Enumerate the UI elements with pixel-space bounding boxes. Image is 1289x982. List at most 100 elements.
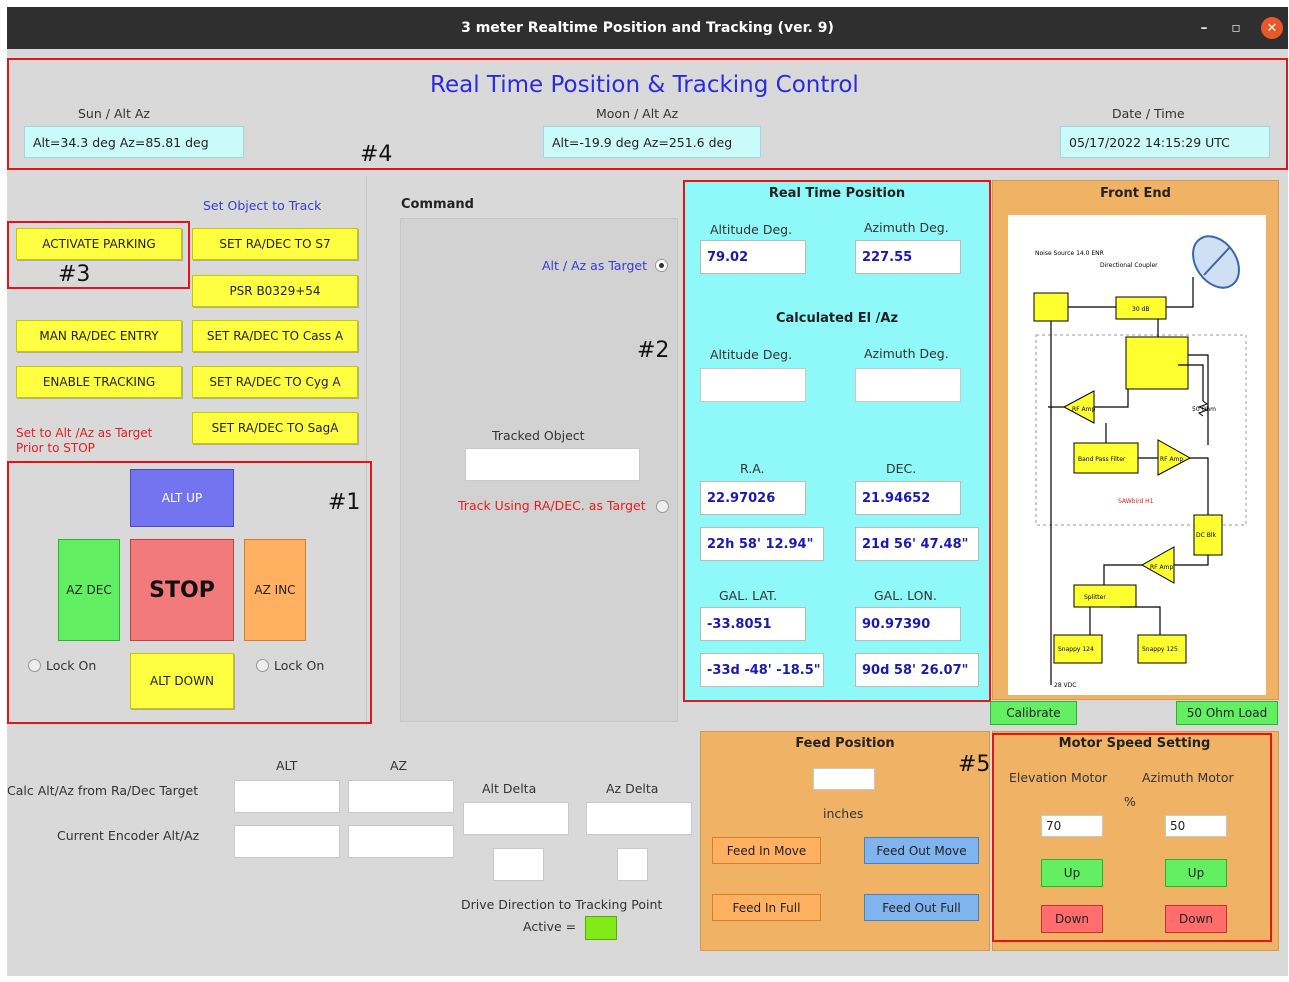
azimuth-down-button[interactable]: Down — [1165, 905, 1227, 933]
az-drive-direction-field — [617, 848, 648, 881]
calc-az-label: Azimuth Deg. — [864, 346, 949, 361]
elevation-up-button[interactable]: Up — [1041, 859, 1103, 887]
azimuth-up-button[interactable]: Up — [1165, 859, 1227, 887]
elevation-speed-input[interactable]: 70 — [1041, 815, 1103, 837]
amp2-text: RF Amp — [1160, 456, 1183, 463]
set-s7-button[interactable]: SET RA/DEC TO S7 — [192, 228, 358, 260]
alt-deg-label: Altitude Deg. — [710, 222, 793, 237]
window-title: 3 meter Realtime Position and Tracking (… — [461, 20, 834, 36]
window-titlebar: 3 meter Realtime Position and Tracking (… — [7, 7, 1288, 49]
az-column-header: AZ — [390, 758, 408, 773]
set-cyga-button[interactable]: SET RA/DEC TO Cyg A — [192, 366, 358, 398]
set-object-label: Set Object to Track — [203, 198, 322, 213]
moon-altaz-field: Alt=-19.9 deg Az=251.6 deg — [543, 126, 761, 158]
elevation-motor-label: Elevation Motor — [1009, 770, 1108, 785]
set-cassa-button[interactable]: SET RA/DEC TO Cass A — [192, 320, 358, 352]
annotation-3: #3 — [58, 262, 91, 287]
alt-up-button[interactable]: ALT UP — [130, 469, 234, 527]
sun-label: Sun / Alt Az — [78, 106, 150, 121]
tracked-object-field[interactable] — [465, 448, 640, 481]
alt-column-header: ALT — [276, 758, 298, 773]
sawbird-text: SAWbird H1 — [1118, 498, 1154, 505]
feed-out-full-button[interactable]: Feed Out Full — [864, 894, 979, 921]
feed-out-move-button[interactable]: Feed Out Move — [864, 837, 979, 864]
az-inc-button[interactable]: AZ INC — [244, 539, 306, 641]
motor-speed-title: Motor Speed Setting — [1058, 736, 1211, 751]
bpf-text: Band Pass Filter — [1078, 456, 1126, 463]
az-delta-label: Az Delta — [606, 781, 659, 796]
dec-dms-field: 21d 56' 47.48" — [855, 527, 979, 561]
annotation-1: #1 — [328, 490, 361, 515]
feed-in-move-button[interactable]: Feed In Move — [712, 837, 821, 864]
annotation-2: #2 — [637, 338, 670, 363]
50-ohm-load-button[interactable]: 50 Ohm Load — [1176, 701, 1278, 725]
noise-source-text: Noise Source 14.0 ENR — [1035, 250, 1104, 257]
stop-button[interactable]: STOP — [130, 539, 234, 641]
psr-button[interactable]: PSR B0329+54 — [192, 275, 358, 307]
elevation-down-button[interactable]: Down — [1041, 905, 1103, 933]
set-saga-button[interactable]: SET RA/DEC TO SagA — [192, 412, 358, 444]
sun-altaz-field: Alt=34.3 deg Az=85.81 deg — [24, 126, 244, 158]
az-dec-button[interactable]: AZ DEC — [58, 539, 120, 641]
calibrate-button[interactable]: Calibrate — [990, 701, 1077, 725]
ra-decimal-field: 22.97026 — [700, 481, 806, 515]
encoder-row-label: Current Encoder Alt/Az — [57, 828, 200, 843]
minimize-icon[interactable]: – — [1193, 17, 1215, 39]
front-end-title: Front End — [1100, 186, 1171, 201]
maximize-icon[interactable]: ▫ — [1225, 17, 1247, 39]
bias-text: DC Blk — [1196, 532, 1217, 539]
calc-az-field — [855, 368, 961, 402]
calc-alt-label: Altitude Deg. — [710, 347, 793, 362]
alt-delta-label: Alt Delta — [482, 781, 537, 796]
front-end-diagram: Noise Source 14.0 ENR Directional Couple… — [1008, 215, 1266, 695]
enable-tracking-button[interactable]: ENABLE TRACKING — [16, 366, 182, 398]
altaz-target-label: Alt / Az as Target — [542, 258, 647, 273]
datetime-label: Date / Time — [1112, 106, 1185, 121]
feed-position-field — [813, 768, 875, 790]
altaz-target-radio[interactable] — [655, 259, 668, 272]
sdr1-text: Snappy 124 — [1058, 646, 1094, 653]
lock-on-left-label: Lock On — [46, 658, 97, 673]
active-indicator — [585, 916, 617, 940]
page-title: Real Time Position & Tracking Control — [430, 72, 859, 98]
30db-text: 30 dB — [1132, 306, 1149, 313]
gal-lon-dms-field: 90d 58' 26.07" — [855, 653, 979, 687]
azimuth-speed-input[interactable]: 50 — [1165, 815, 1227, 837]
splitter-text: Splitter — [1084, 594, 1106, 601]
ra-label: R.A. — [740, 461, 765, 476]
50ohm-text: 50 Ohm — [1192, 406, 1216, 413]
annotation-5: #5 — [958, 752, 991, 777]
calc-alt-field-bottom — [234, 780, 340, 813]
amp3-text: RF Amp — [1150, 564, 1173, 571]
gal-lon-field: 90.97390 — [855, 607, 961, 641]
encoder-az-field — [348, 825, 454, 858]
alt-down-button[interactable]: ALT DOWN — [130, 653, 234, 709]
man-radec-entry-button[interactable]: MAN RA/DEC ENTRY — [16, 320, 182, 352]
gal-lat-field: -33.8051 — [700, 607, 806, 641]
alt-delta-field — [463, 802, 569, 835]
realtime-title: Real Time Position — [768, 186, 906, 201]
datetime-field: 05/17/2022 14:15:29 UTC — [1060, 126, 1270, 158]
feed-in-full-button[interactable]: Feed In Full — [712, 894, 821, 921]
track-radec-radio[interactable] — [656, 500, 669, 513]
annotation-4: #4 — [360, 142, 393, 167]
calc-altaz-row-label: Calc Alt/Az from Ra/Dec Target — [7, 783, 199, 798]
gal-lon-label: GAL. LON. — [874, 588, 937, 603]
calc-elaz-title: Calculated El /Az — [775, 311, 899, 326]
az-delta-field — [586, 802, 692, 835]
gal-lat-dms-field: -33d -48' -18.5" — [700, 653, 824, 687]
alt-drive-direction-field — [493, 848, 544, 881]
command-title: Command — [401, 197, 474, 212]
active-label: Active = — [523, 919, 577, 934]
encoder-alt-field — [234, 825, 340, 858]
lock-on-right-radio[interactable] — [256, 659, 269, 672]
azimuth-motor-label: Azimuth Motor — [1142, 770, 1234, 785]
stop-warning-text: Set to Alt /Az as Target Prior to STOP — [16, 426, 153, 455]
lock-on-left-radio[interactable] — [28, 659, 41, 672]
lock-on-right-label: Lock On — [274, 658, 325, 673]
calc-alt-field — [700, 368, 806, 402]
inches-label: inches — [823, 806, 864, 821]
track-radec-label: Track Using RA/DEC. as Target — [458, 498, 646, 513]
moon-label: Moon / Alt Az — [596, 106, 679, 121]
close-icon[interactable]: ✕ — [1261, 17, 1283, 39]
